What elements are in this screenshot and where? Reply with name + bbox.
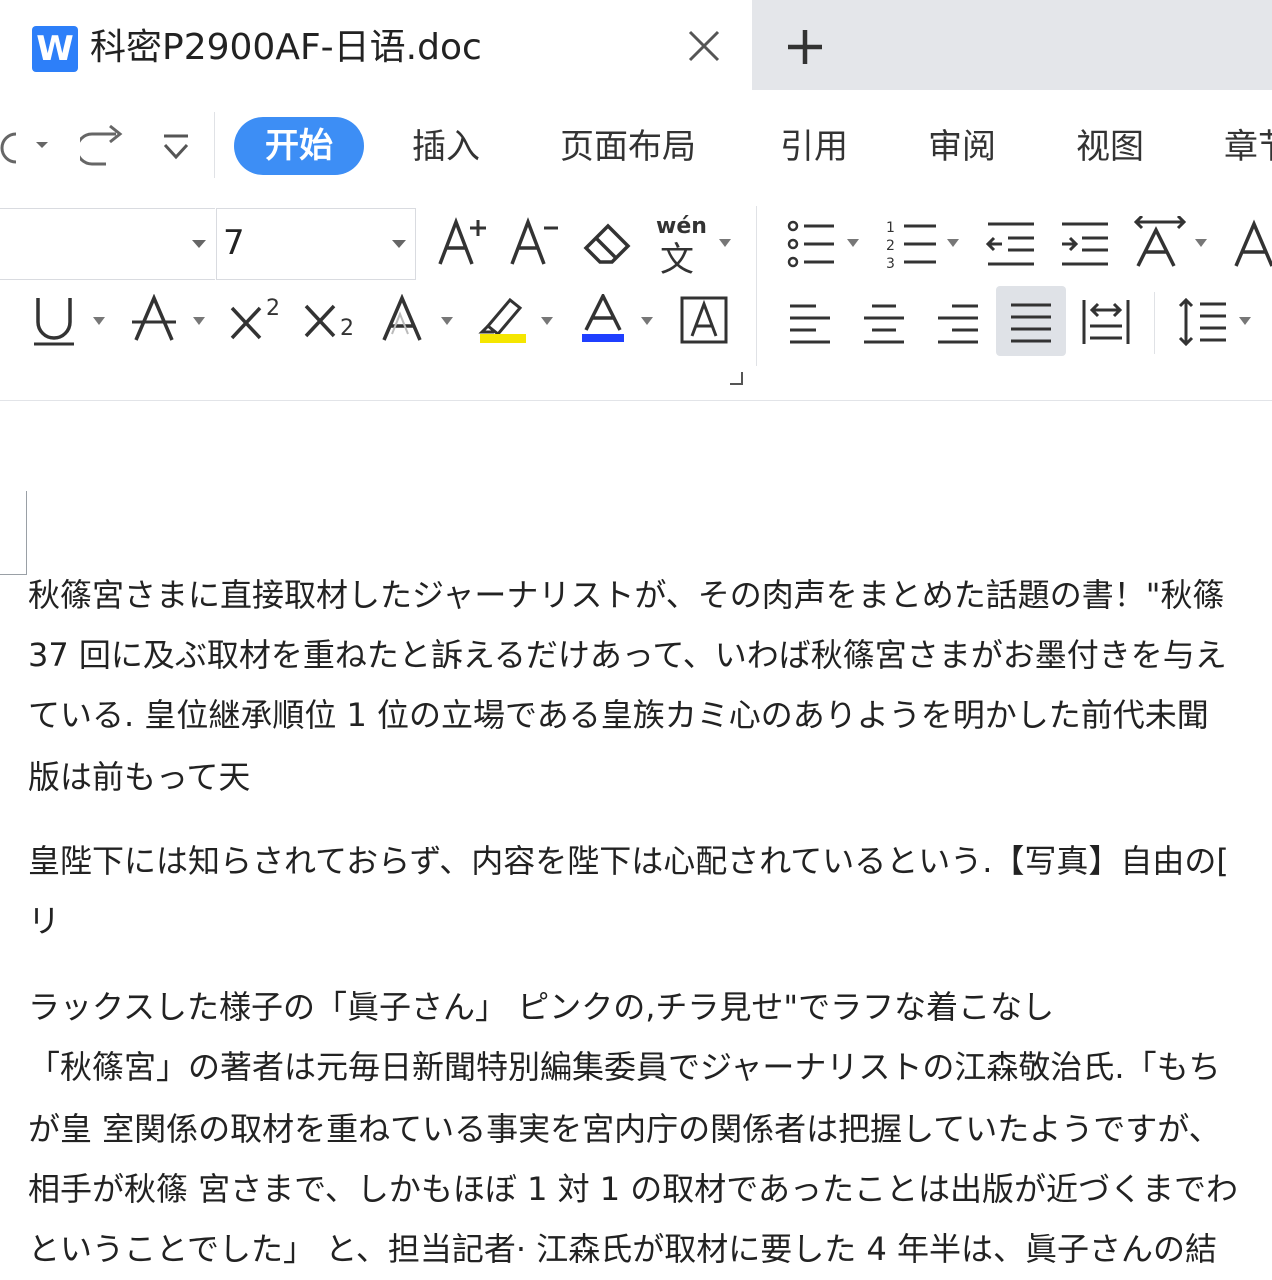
pinyin-guide-button[interactable]: wén 文 [654, 214, 714, 280]
text-effect-icon[interactable] [380, 294, 428, 344]
separator [1154, 292, 1155, 354]
menu-item-page-layout[interactable]: 页面布局 [560, 120, 696, 174]
superscript-digit: 2 [266, 296, 280, 321]
redo-icon[interactable] [80, 124, 140, 170]
align-left-icon[interactable] [786, 300, 834, 346]
plus-icon[interactable] [780, 22, 830, 72]
close-icon[interactable] [684, 26, 724, 66]
document-line: 秋篠宮さまに直接取材したジャーナリストが、その肉声をまとめた話題の書！"秋篠 [28, 576, 1225, 614]
svg-text:3: 3 [886, 256, 895, 270]
chevron-down-icon[interactable] [946, 238, 960, 248]
svg-text:1: 1 [886, 220, 895, 236]
superscript-button[interactable]: 2 [228, 296, 288, 346]
chevron-down-icon[interactable] [1194, 238, 1208, 248]
text-style-icon[interactable] [1232, 216, 1272, 270]
document-page[interactable]: 秋篠宮さまに直接取材したジャーナリストが、その肉声をまとめた話題の書！"秋篠 3… [0, 401, 1272, 1280]
distributed-align-icon[interactable] [1080, 298, 1132, 346]
align-center-icon[interactable] [860, 300, 908, 346]
document-line: 版は前もって天 [28, 758, 251, 796]
menu-item-view[interactable]: 视图 [1076, 120, 1144, 174]
separator [756, 206, 757, 366]
align-right-icon[interactable] [934, 300, 982, 346]
chevron-down-icon[interactable] [846, 238, 860, 248]
bullet-list-icon[interactable] [786, 218, 838, 270]
dialog-launcher-icon[interactable] [728, 370, 744, 386]
font-family-select[interactable] [0, 208, 215, 280]
font-size-select[interactable]: 7 [216, 208, 416, 280]
document-line: ている. 皇位継承順位 1 位の立場である皇族カミ心のありようを明かした前代未聞 [28, 696, 1209, 734]
align-justify-button[interactable] [996, 286, 1066, 356]
document-line: が皇 室関係の取材を重ねている事実を宮内庁の関係者は把握していたようですが、 [28, 1110, 1221, 1148]
menu-item-references[interactable]: 引用 [780, 120, 848, 174]
strikethrough-icon[interactable] [130, 294, 178, 344]
chevron-down-icon[interactable] [440, 316, 454, 326]
chevron-down-icon [392, 240, 406, 248]
subscript-icon [304, 304, 336, 338]
menu-item-section[interactable]: 章节 [1224, 120, 1272, 174]
document-tab[interactable]: W 科密P2900AF-日语.doc [0, 0, 752, 90]
character-border-icon[interactable] [680, 296, 728, 344]
document-line: 37 回に及ぶ取材を重ねたと訴えるだけあって、いわば秋篠宮さまがお墨付きを与え [28, 636, 1227, 674]
subscript-digit: 2 [340, 316, 354, 341]
chevron-down-icon[interactable] [540, 316, 554, 326]
tab-bar: W 科密P2900AF-日语.doc [0, 0, 1272, 90]
document-line: 相手が秋篠 宮さまで、しかもほぼ 1 対 1 の取材であったことは出版が近づくま… [28, 1170, 1238, 1208]
document-line: リ [28, 902, 61, 940]
separator [214, 112, 215, 178]
increase-indent-icon[interactable] [1058, 218, 1112, 270]
increase-font-size-icon[interactable] [436, 216, 488, 268]
margin-marker [0, 574, 27, 575]
font-color-icon[interactable] [580, 294, 626, 344]
align-justify-icon [1011, 303, 1051, 343]
margin-marker [26, 491, 27, 575]
document-line: 「秋篠宮」の著者は元毎日新聞特別編集委員でジャーナリストの江森敬治氏.「もち [28, 1048, 1221, 1086]
menu-item-insert[interactable]: 插入 [412, 120, 480, 174]
text-direction-icon[interactable] [1132, 216, 1188, 270]
chevron-down-icon [192, 240, 206, 248]
document-line: ラックスした様子の「眞子さん」 ピンクの,チラ見せ"でラフな着こなし [28, 988, 1055, 1026]
customize-quick-access-icon[interactable] [160, 130, 192, 164]
line-spacing-icon[interactable] [1176, 296, 1228, 348]
chevron-down-icon[interactable] [718, 238, 732, 248]
font-size-value: 7 [223, 223, 245, 263]
pinyin-char: 文 [660, 240, 694, 280]
word-doc-icon: W [32, 26, 78, 72]
undo-icon[interactable] [0, 128, 56, 168]
chevron-down-icon[interactable] [1238, 316, 1252, 326]
tab-strip-empty [752, 0, 1272, 90]
tab-title: 科密P2900AF-日语.doc [90, 27, 482, 68]
numbered-list-icon[interactable]: 1 2 3 [884, 218, 940, 270]
menu-item-review[interactable]: 审阅 [928, 120, 996, 174]
decrease-indent-icon[interactable] [984, 218, 1038, 270]
svg-text:2: 2 [886, 238, 895, 254]
document-line: ということでした」 と、担当記者· 江森氏が取材に要した 4 年半は、眞子さんの… [28, 1230, 1217, 1268]
highlight-icon[interactable] [478, 294, 528, 344]
decrease-font-size-icon[interactable] [508, 216, 560, 268]
subscript-button[interactable]: 2 [302, 296, 362, 346]
eraser-icon[interactable] [582, 218, 634, 268]
chevron-down-icon[interactable] [92, 316, 106, 326]
chevron-down-icon[interactable] [192, 316, 206, 326]
document-line: 皇陛下には知らされておらず、内容を陛下は心配されているという.【写真】自由の[ [28, 842, 1229, 880]
menu-item-start[interactable]: 开始 [234, 117, 364, 175]
superscript-icon [230, 306, 262, 340]
chevron-down-icon[interactable] [640, 316, 654, 326]
underline-icon[interactable] [30, 294, 78, 348]
